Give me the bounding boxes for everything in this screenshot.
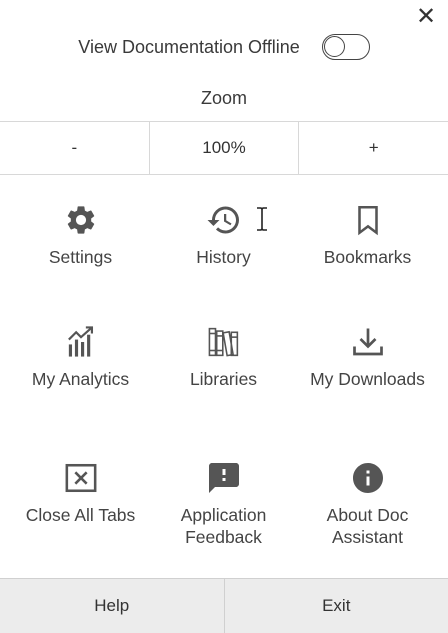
application-feedback-label: Application Feedback <box>180 505 267 547</box>
close-box-icon <box>63 460 99 496</box>
info-icon <box>350 460 386 496</box>
zoom-out-button[interactable]: - <box>0 122 149 174</box>
download-icon <box>350 324 386 360</box>
close-all-tabs-button[interactable]: Close All Tabs <box>6 460 155 526</box>
libraries-button[interactable]: Libraries <box>149 324 298 390</box>
about-doc-assistant-button[interactable]: About Doc Assistant <box>293 460 442 548</box>
settings-label: Settings <box>48 247 113 267</box>
zoom-controls: - 100% + <box>0 121 448 175</box>
bookmarks-button[interactable]: Bookmarks <box>293 202 442 268</box>
books-icon <box>206 324 242 360</box>
help-button[interactable]: Help <box>0 579 224 633</box>
offline-toggle-row: View Documentation Offline <box>0 22 448 72</box>
zoom-level: 100% <box>148 122 299 174</box>
text-cursor-icon <box>257 207 267 231</box>
libraries-label: Libraries <box>189 369 258 389</box>
toggle-knob <box>323 36 345 57</box>
offline-label: View Documentation Offline <box>78 36 300 57</box>
history-button[interactable]: History <box>149 202 298 268</box>
bookmark-icon <box>350 202 386 238</box>
gear-icon <box>63 202 99 238</box>
exit-button[interactable]: Exit <box>223 579 448 633</box>
zoom-label: Zoom <box>200 88 247 108</box>
application-feedback-button[interactable]: Application Feedback <box>149 460 298 548</box>
bookmarks-label: Bookmarks <box>323 247 412 267</box>
footer-bar: Help Exit <box>0 578 448 633</box>
my-downloads-button[interactable]: My Downloads <box>293 324 442 390</box>
about-doc-assistant-label: About Doc Assistant <box>326 505 409 547</box>
history-icon <box>206 202 242 238</box>
my-analytics-button[interactable]: My Analytics <box>6 324 155 390</box>
settings-button[interactable]: Settings <box>6 202 155 268</box>
close-all-tabs-label: Close All Tabs <box>25 505 136 525</box>
history-label: History <box>196 247 251 267</box>
feedback-icon <box>206 460 242 496</box>
offline-toggle[interactable] <box>321 34 370 60</box>
analytics-icon <box>63 324 99 360</box>
zoom-in-button[interactable]: + <box>298 122 448 174</box>
my-analytics-label: My Analytics <box>31 369 130 389</box>
my-downloads-label: My Downloads <box>310 369 425 389</box>
